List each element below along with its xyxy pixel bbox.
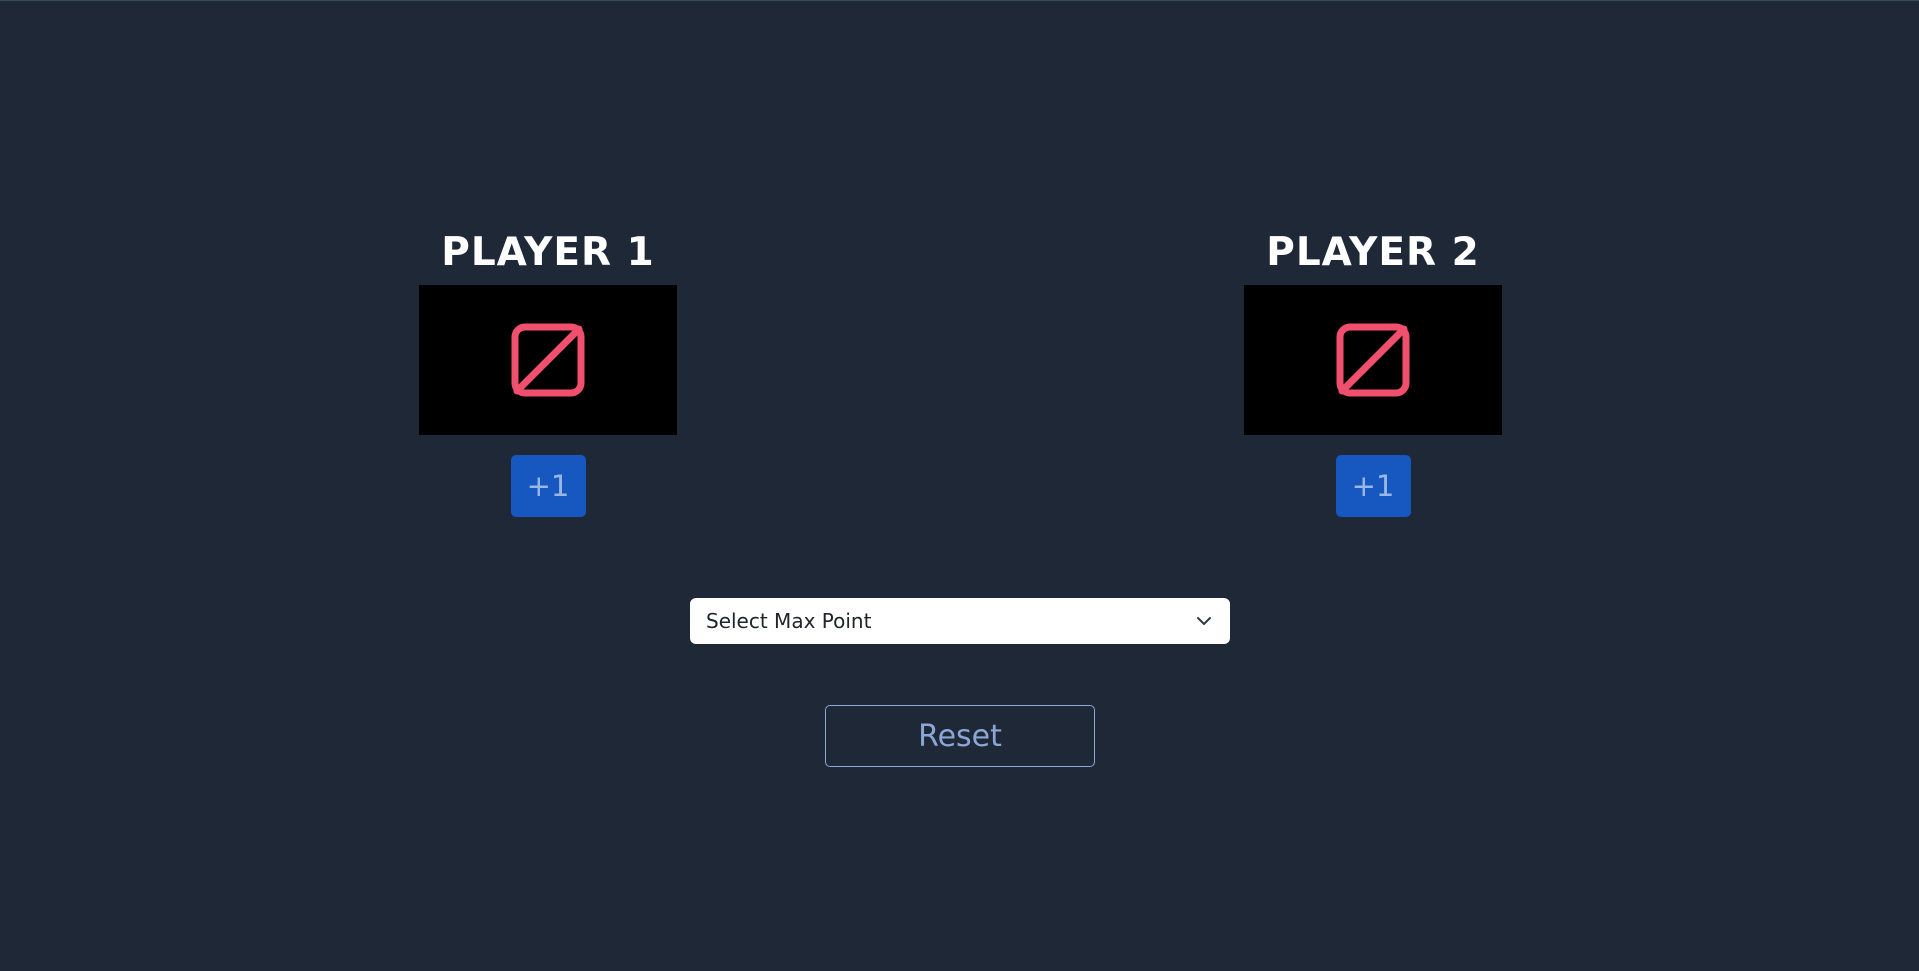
player-2-increment-button[interactable]: +1 xyxy=(1335,455,1411,517)
player-2-title: PLAYER 2 xyxy=(1266,230,1480,275)
max-point-select[interactable]: Select Max Point xyxy=(690,598,1230,644)
scorekeeper-app: PLAYER 1 +1 PLAYER 2 +1 Select Max Point xyxy=(0,0,1919,971)
player-2-score-display xyxy=(1244,285,1502,435)
empty-set-icon xyxy=(511,323,585,397)
player-2-panel: PLAYER 2 +1 xyxy=(1244,227,1502,517)
player-1-score-display xyxy=(419,285,677,435)
reset-button[interactable]: Reset xyxy=(825,705,1095,767)
chevron-down-icon xyxy=(1196,616,1212,626)
player-1-title: PLAYER 1 xyxy=(441,230,655,275)
empty-set-icon xyxy=(1336,323,1410,397)
max-point-select-value: Select Max Point xyxy=(706,609,872,633)
player-1-increment-button[interactable]: +1 xyxy=(510,455,586,517)
player-1-panel: PLAYER 1 +1 xyxy=(419,227,677,517)
